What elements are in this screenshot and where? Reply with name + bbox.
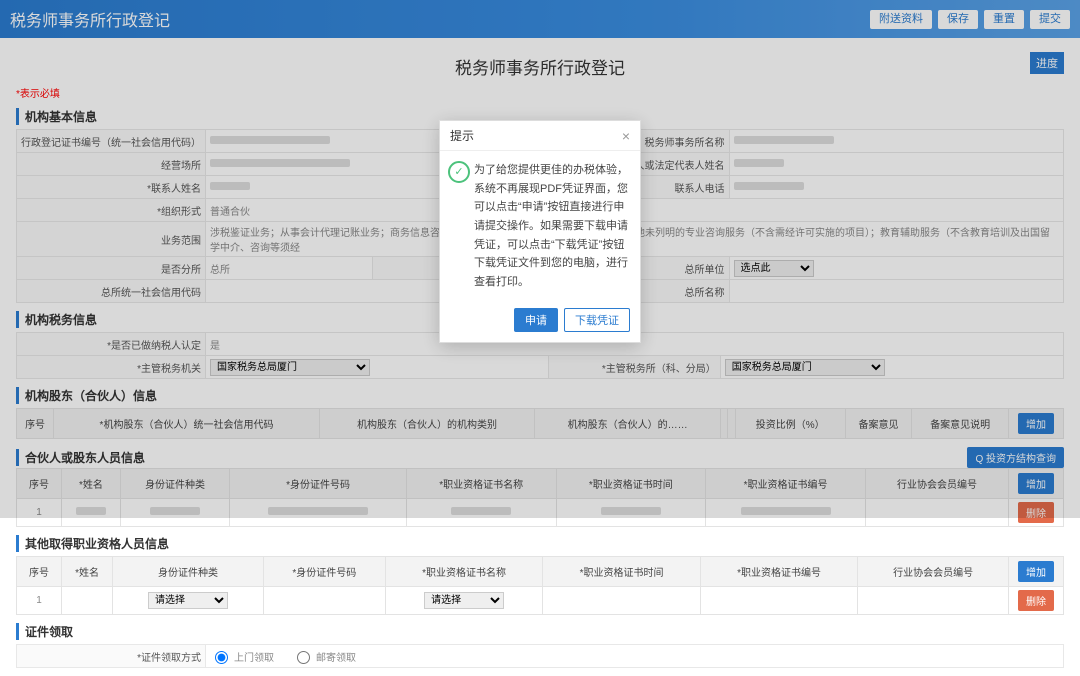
radio-mail-label: 邮寄领取 [316,649,356,664]
close-icon[interactable]: × [622,129,630,143]
radio-mail-input[interactable] [297,651,310,664]
modal-body-text: 为了给您提供更佳的办税体验，系统不再展现PDF凭证界面，您可以点击“申请”按钮直… [474,164,628,288]
oc-delete-button[interactable]: 删除 [1018,590,1054,611]
oc-certname-select[interactable]: 请选择 [424,592,504,609]
oc-col-member: 行业协会会员编号 [858,557,1009,587]
radio-pickup-label: 上门领取 [234,649,274,664]
oc-col-idx: 序号 [17,557,62,587]
oc-idtype-select[interactable]: 请选择 [148,592,228,609]
radio-pickup[interactable]: 上门领取 [210,648,274,664]
radio-mail[interactable]: 邮寄领取 [292,648,356,664]
oc-add-button[interactable]: 增加 [1018,561,1054,582]
apply-button[interactable]: 申请 [514,308,558,332]
radio-pickup-input[interactable] [215,651,228,664]
oc-col-certname: *职业资格证书名称 [385,557,543,587]
success-icon: ✓ [448,161,470,183]
modal-title: 提示 [450,127,474,144]
modal: 提示 × ✓ 为了给您提供更佳的办税体验，系统不再展现PDF凭证界面，您可以点击… [439,120,641,343]
oc-col-idno: *身份证件号码 [263,557,385,587]
modal-mask: 提示 × ✓ 为了给您提供更佳的办税体验，系统不再展现PDF凭证界面，您可以点击… [0,0,1080,518]
section-other-cert: 其他取得职业资格人员信息 [16,535,1064,552]
download-cert-button[interactable]: 下载凭证 [564,308,630,332]
section-cert-receive: 证件领取 [16,623,1064,640]
cert-form: *证件领取方式 上门领取 邮寄领取 [16,644,1064,668]
oc-col-name: *姓名 [62,557,113,587]
oc-row-idx: 1 [17,587,62,615]
oc-col-idtype: 身份证件种类 [113,557,264,587]
other-cert-table: 序号 *姓名 身份证件种类 *身份证件号码 *职业资格证书名称 *职业资格证书时… [16,556,1064,615]
oc-col-certtime: *职业资格证书时间 [543,557,701,587]
oc-col-certno: *职业资格证书编号 [700,557,858,587]
lbl-cert-method: *证件领取方式 [17,645,206,668]
table-row: 1 请选择 请选择 删除 [17,587,1064,615]
